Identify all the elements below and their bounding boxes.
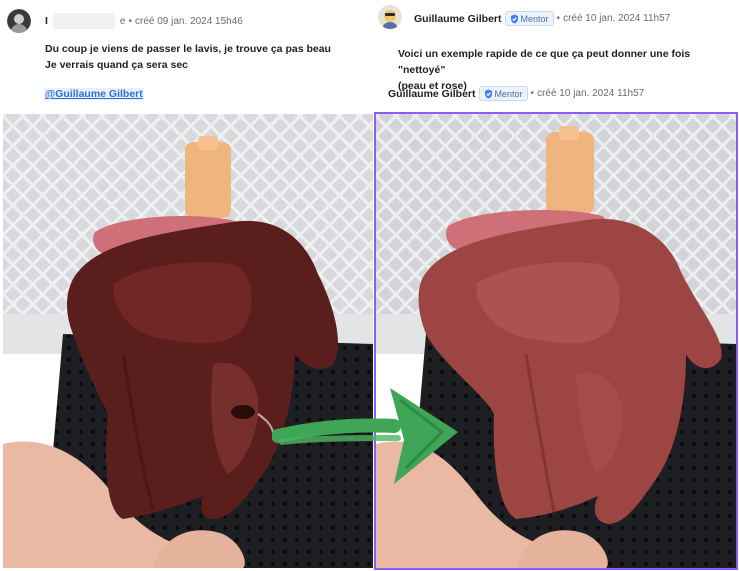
user-avatar[interactable] — [7, 9, 31, 33]
right-post-meta: Guillaume Gilbert Mentor • créé 10 jan. … — [414, 11, 670, 26]
post-timestamp: créé 09 jan. 2024 15h46 — [135, 15, 243, 27]
author-name[interactable]: Guillaume Gilbert — [414, 13, 502, 25]
separator-dot: • — [128, 15, 132, 27]
figure-before-photo — [3, 114, 373, 568]
shield-check-icon — [484, 89, 492, 98]
user-mention-link[interactable]: @Guillaume Gilbert — [44, 88, 144, 100]
left-post-message: Du coup je viens de passer le lavis, je … — [45, 41, 331, 73]
mentor-badge-label: Mentor — [520, 13, 549, 24]
green-arrow-icon — [272, 388, 458, 484]
author-name[interactable]: I — [45, 15, 48, 27]
mentor-avatar[interactable] — [378, 5, 402, 29]
figure-after-photo — [374, 112, 738, 570]
message-line: Je verrais quand ça sera sec — [45, 59, 189, 71]
redacted-name — [52, 13, 115, 29]
message-line: Du coup je viens de passer le lavis, je … — [45, 43, 331, 55]
separator-dot: • — [556, 13, 561, 24]
footer-author-name[interactable]: Guillaume Gilbert — [388, 88, 476, 100]
right-post-footer-meta: Guillaume Gilbert Mentor • créé 10 jan. … — [388, 86, 644, 101]
footer-mentor-badge-label: Mentor — [494, 88, 523, 99]
footer-timestamp: créé 10 jan. 2024 11h57 — [537, 88, 645, 99]
mentor-badge: Mentor — [504, 11, 554, 26]
message-line: Voici un exemple rapide de ce que ça peu… — [398, 48, 691, 76]
left-post-meta: I e • créé 09 jan. 2024 15h46 — [45, 13, 243, 29]
author-name-suffix: e — [119, 15, 126, 27]
separator-dot: • — [530, 88, 535, 99]
footer-mentor-badge: Mentor — [478, 86, 528, 101]
shield-check-icon — [510, 14, 518, 23]
post-timestamp: créé 10 jan. 2024 11h57 — [563, 13, 671, 24]
